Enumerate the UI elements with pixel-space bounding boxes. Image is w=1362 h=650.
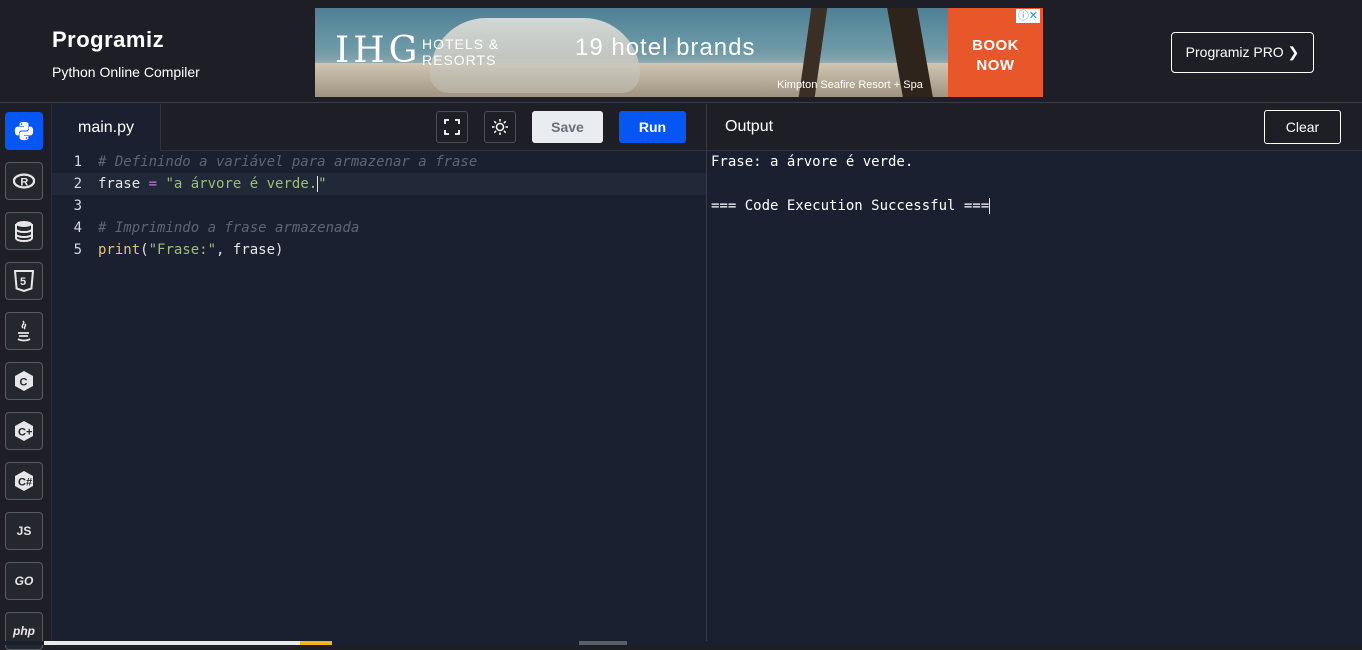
ad-brand-sub-1: HOTELS & (422, 36, 500, 52)
bottom-strip-yellow (300, 641, 332, 645)
ad-cta-line-1: BOOK (972, 37, 1019, 54)
output-title: Output (725, 118, 774, 135)
code-text: # Imprimindo a frase armazenada (98, 217, 359, 239)
ad-headline: 19 hotel brands (575, 34, 756, 61)
html5-icon[interactable]: 5 (5, 262, 43, 300)
cpp-icon[interactable]: C+ (5, 412, 43, 450)
logo-text: Programiz (52, 27, 165, 52)
code-comment: # Imprimindo a frase armazenada (98, 220, 360, 236)
line-number: 3 (73, 198, 82, 214)
code-comment: # Definindo a variável para armazenar a … (98, 154, 478, 170)
php-label: php (13, 624, 35, 638)
output-header: Output Clear (707, 104, 1362, 151)
java-icon[interactable] (5, 312, 43, 350)
output-line-text: === Code Execution Successful === (711, 198, 990, 214)
run-button[interactable]: Run (619, 111, 686, 143)
code-line-current: 2 frase = "a árvore é verde." (52, 173, 707, 195)
line-number: 4 (73, 220, 82, 236)
horizontal-scroll-thumb[interactable] (579, 641, 627, 645)
output-console[interactable]: Frase: a árvore é verde. === Code Execut… (707, 151, 1362, 641)
ad-brand-sub-2: RESORTS (422, 52, 497, 68)
code-operator: = (140, 176, 166, 192)
advertisement-banner[interactable]: IHG HOTELS & RESORTS 19 hotel brands Kim… (315, 8, 1043, 97)
output-cursor (989, 198, 991, 214)
page-subtitle: Python Online Compiler (52, 64, 200, 80)
tab-main-py[interactable]: main.py (52, 104, 161, 151)
svg-text:C+: C+ (18, 427, 32, 439)
top-bar: Programiz Python Online Compiler IHG HOT… (0, 0, 1362, 103)
code-text: print("Frase:", frase) (98, 239, 283, 261)
code-editor[interactable]: 1 # Definindo a variável para armazenar … (52, 151, 707, 641)
line-number: 1 (73, 154, 82, 170)
database-icon[interactable] (5, 212, 43, 250)
svg-text:5: 5 (20, 276, 26, 288)
code-string-end: " (318, 176, 327, 192)
code-line: 3 (52, 195, 707, 217)
c-icon[interactable]: C (5, 362, 43, 400)
go-label: GO (14, 574, 34, 588)
csharp-icon[interactable]: C# (5, 462, 43, 500)
code-text: # Definindo a variável para armazenar a … (98, 151, 477, 173)
sun-icon[interactable] (484, 111, 516, 143)
clear-button[interactable]: Clear (1264, 110, 1341, 144)
language-sidebar: R 5 C C+ C# JS GO php (0, 104, 52, 650)
line-number: 5 (73, 242, 82, 258)
fullscreen-icon[interactable] (436, 111, 468, 143)
editor-toolbar: main.py Save Run (52, 104, 707, 151)
code-paren: ( (140, 242, 149, 258)
brand[interactable]: Programiz Python Online Compiler (52, 27, 200, 80)
code-variable: frase (98, 176, 141, 192)
programiz-logo[interactable]: Programiz (52, 27, 200, 53)
python-icon[interactable] (5, 112, 43, 150)
ad-choices-icon[interactable]: ⓘ✕ (1015, 9, 1040, 23)
ad-caption: Kimpton Seafire Resort + Spa (777, 79, 923, 91)
code-rest: , frase) (216, 242, 284, 258)
r-icon[interactable]: R (5, 162, 43, 200)
ad-brand-sub: HOTELS & RESORTS (422, 36, 499, 68)
svg-text:C#: C# (18, 477, 32, 489)
svg-text:R: R (20, 177, 28, 189)
save-button[interactable]: Save (532, 111, 603, 143)
ad-cta-line-2: NOW (976, 57, 1015, 74)
bottom-scrollbar (0, 641, 1362, 645)
bottom-strip-white (44, 641, 300, 645)
js-icon[interactable]: JS (5, 512, 43, 550)
code-function: print (98, 242, 141, 258)
code-line: 5 print("Frase:", frase) (52, 239, 707, 261)
output-line: Frase: a árvore é verde. (711, 154, 914, 170)
code-string: "a árvore é verde. (165, 176, 318, 192)
ad-brand: IHG (335, 30, 422, 71)
programiz-pro-button[interactable]: Programiz PRO ❯ (1171, 32, 1314, 73)
svg-text:C: C (20, 377, 28, 389)
code-text: frase = "a árvore é verde." (98, 173, 327, 195)
js-label: JS (16, 524, 32, 538)
go-icon[interactable]: GO (5, 562, 43, 600)
code-line: 4 # Imprimindo a frase armazenada (52, 217, 707, 239)
output-line: === Code Execution Successful === (711, 195, 991, 217)
code-line: 1 # Definindo a variável para armazenar … (52, 151, 707, 173)
code-string: "Frase:" (148, 242, 217, 258)
line-number: 2 (73, 176, 82, 192)
